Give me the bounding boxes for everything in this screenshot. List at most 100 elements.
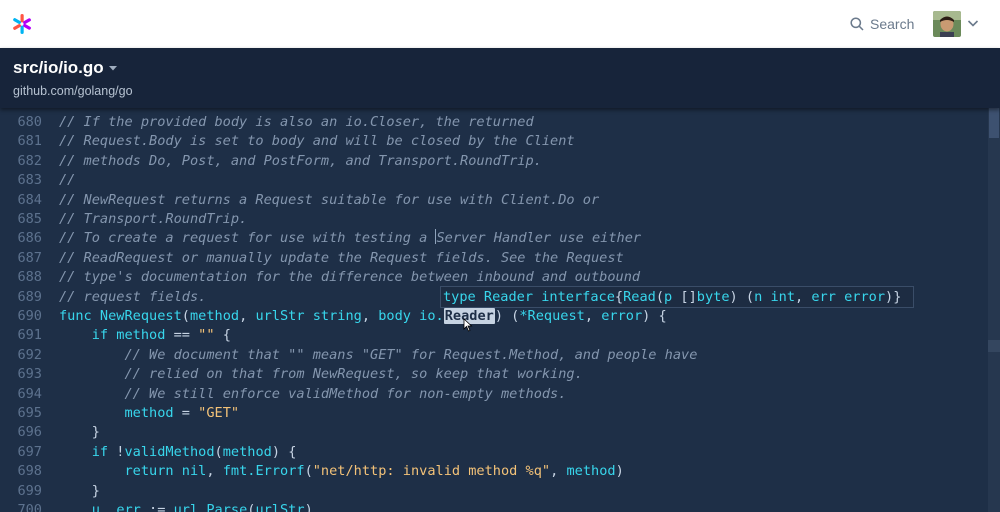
scrollbar-track[interactable] xyxy=(988,108,1000,512)
code-token: )} xyxy=(885,289,902,305)
code-token: ) ( xyxy=(494,308,520,324)
code-token: err xyxy=(116,502,141,512)
code-token: // relied on that from NewRequest, so ke… xyxy=(124,366,583,383)
code-token: fmt. xyxy=(222,463,256,480)
code-token: [] xyxy=(680,289,697,305)
code-token: Server Handler use either xyxy=(436,230,642,247)
code-token: error xyxy=(601,308,643,324)
code-token: ( xyxy=(214,443,223,460)
code-token: ! xyxy=(108,443,125,460)
code-token: , xyxy=(99,502,117,512)
code-text: // We still enforce validMethod for non-… xyxy=(59,385,566,404)
file-header xyxy=(0,48,1000,108)
code-token: Parse xyxy=(206,502,248,512)
line-number[interactable]: 694 xyxy=(0,385,42,404)
avatar[interactable] xyxy=(933,11,961,37)
code-token: Errorf xyxy=(255,463,305,480)
line-number[interactable]: 700 xyxy=(0,501,42,512)
search-button[interactable]: Search xyxy=(850,15,914,33)
code-token: // NewRequest returns a Request suitable… xyxy=(59,191,600,208)
code-token: p xyxy=(664,289,681,305)
code-token: } xyxy=(59,482,100,499)
code-token: = xyxy=(173,405,199,421)
code-token: // We document that "" means "GET" for R… xyxy=(124,346,698,363)
code-token: err error xyxy=(811,289,886,305)
code-token: u xyxy=(91,502,100,512)
line-number[interactable]: 680 xyxy=(0,113,42,132)
line-number[interactable]: 698 xyxy=(0,462,42,481)
code-text: // relied on that from NewRequest, so ke… xyxy=(59,365,583,384)
code-token: , xyxy=(795,289,812,305)
code-token: urlStr xyxy=(255,502,305,512)
code-text: if !validMethod(method) { xyxy=(59,443,297,462)
line-number[interactable]: 692 xyxy=(0,346,42,365)
search-icon xyxy=(850,17,864,31)
code-text: // type's documentation for the differen… xyxy=(59,268,640,287)
scrollbar-thumb[interactable] xyxy=(989,108,999,138)
scrollbar-marker xyxy=(988,340,1000,352)
code-token: Read xyxy=(623,289,656,305)
code-token: method xyxy=(124,405,174,421)
code-token: url. xyxy=(173,502,207,512)
search-label: Search xyxy=(870,16,915,32)
code-token: // Transport.RoundTrip. xyxy=(59,211,248,227)
code-token: == xyxy=(165,327,199,344)
logo-icon[interactable] xyxy=(11,13,33,35)
code-token: // To create a request for use with test… xyxy=(59,230,436,247)
code-token: ( xyxy=(655,289,665,305)
code-text: if method == "" { xyxy=(59,326,231,345)
line-number[interactable]: 686 xyxy=(0,229,42,248)
code-text: } xyxy=(59,482,100,501)
code-token: func xyxy=(59,308,100,324)
code-token: method xyxy=(222,443,272,460)
code-token: if method xyxy=(91,327,166,344)
code-text: // methods Do, Post, and PostForm, and T… xyxy=(59,152,542,171)
line-number[interactable]: 685 xyxy=(0,210,42,229)
code-text: // xyxy=(59,171,75,190)
code-token: // If the provided body is also an io.Cl… xyxy=(59,114,534,130)
code-text: // NewRequest returns a Request suitable… xyxy=(59,191,599,210)
code-token: return nil xyxy=(124,463,207,480)
line-number[interactable]: 695 xyxy=(0,404,42,423)
code-token: byte xyxy=(696,289,730,305)
line-number[interactable]: 689 xyxy=(0,288,42,307)
code-token: , xyxy=(239,308,256,324)
line-number[interactable]: 683 xyxy=(0,171,42,190)
line-number[interactable]: 687 xyxy=(0,249,42,268)
code-token: interface xyxy=(541,289,615,305)
code-token: "GET" xyxy=(198,405,240,421)
hover-tooltip: type Reader interface{Read(p []byte) (n … xyxy=(440,286,914,308)
line-number[interactable]: 688 xyxy=(0,268,42,287)
code-token: ( xyxy=(304,463,313,480)
chevron-down-icon[interactable] xyxy=(967,18,979,28)
line-number[interactable]: 682 xyxy=(0,152,42,171)
line-number[interactable]: 696 xyxy=(0,423,42,442)
line-number[interactable]: 693 xyxy=(0,365,42,384)
repo-link[interactable]: github.com/golang/go xyxy=(13,84,133,98)
code-token: Reader xyxy=(483,289,542,305)
code-view[interactable]: 680 // If the provided body is also an io… xyxy=(0,108,988,512)
line-number[interactable]: 699 xyxy=(0,482,42,501)
line-number[interactable]: 697 xyxy=(0,443,42,462)
line-number[interactable]: 690 xyxy=(0,307,42,326)
line-number[interactable]: 681 xyxy=(0,132,42,151)
code-token: ) ( xyxy=(729,289,755,305)
code-token: // request fields. xyxy=(59,288,207,305)
file-path-dropdown[interactable]: src/io/io.go xyxy=(13,58,118,78)
line-number[interactable]: 684 xyxy=(0,191,42,210)
code-text: method = "GET" xyxy=(59,404,239,423)
code-text: // Request.Body is set to body and will … xyxy=(59,132,575,151)
file-path: src/io/io.go xyxy=(13,58,104,77)
code-token: // xyxy=(59,172,76,189)
code-token: "" xyxy=(198,327,215,344)
code-token: n int xyxy=(754,289,795,305)
line-number[interactable]: 691 xyxy=(0,326,42,345)
code-text: // If the provided body is also an io.Cl… xyxy=(59,113,534,132)
code-text: func NewRequest(method, urlStr string, b… xyxy=(59,307,667,326)
code-token: // methods Do, Post, and PostForm, and T… xyxy=(59,152,542,169)
